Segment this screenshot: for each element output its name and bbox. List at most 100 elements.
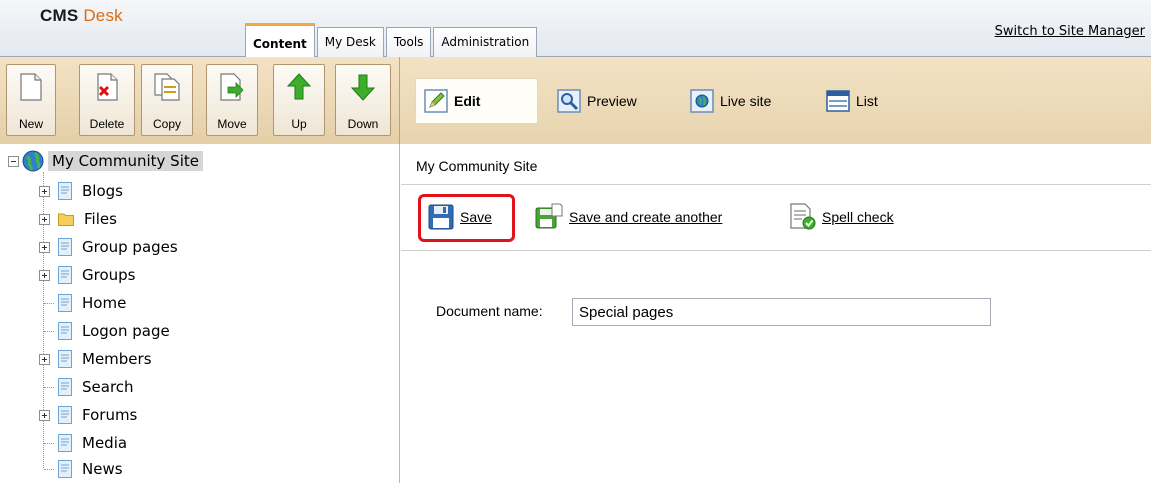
down-button-label: Down: [347, 117, 379, 131]
page-icon: [58, 294, 72, 312]
preview-magnifier-icon: [557, 89, 581, 113]
expand-icon[interactable]: [38, 353, 50, 365]
content-tree: My Community Site Blogs Files Group page…: [0, 144, 400, 483]
page-icon: [58, 378, 72, 396]
tab-tools[interactable]: Tools: [385, 27, 432, 57]
delete-button[interactable]: Delete: [79, 64, 135, 136]
tab-administration[interactable]: Administration: [433, 27, 538, 57]
new-button[interactable]: New: [6, 64, 56, 136]
new-button-label: New: [18, 117, 43, 131]
page-icon: [58, 460, 72, 478]
site-globe-icon: [22, 150, 44, 172]
document-name-label: Document name:: [436, 303, 543, 319]
tree-item-label: Forums: [82, 406, 138, 424]
spell-check-icon: [790, 203, 816, 230]
live-site-mode-button[interactable]: Live site: [690, 78, 771, 124]
cms-desk-logo: CMS Desk: [40, 6, 123, 26]
tab-my-desk[interactable]: My Desk: [316, 27, 384, 57]
down-button[interactable]: Down: [335, 64, 391, 136]
document-actions-toolbar: New Delete Copy Move Up Down: [0, 57, 400, 144]
edit-pencil-icon: [424, 89, 448, 113]
tree-item-members[interactable]: Members: [34, 345, 152, 373]
tree-item-label: News: [82, 460, 123, 478]
expand-icon[interactable]: [38, 409, 50, 421]
tree-item-news[interactable]: News: [34, 455, 123, 483]
page-icon: [58, 406, 72, 424]
move-button[interactable]: Move: [206, 64, 258, 136]
tree-item-home[interactable]: Home: [34, 289, 126, 317]
page-icon: [58, 350, 72, 368]
expand-icon[interactable]: [38, 269, 50, 281]
page-icon: [58, 182, 72, 200]
tab-content[interactable]: Content: [245, 23, 315, 58]
tree-item-label: Files: [84, 210, 117, 228]
delete-button-label: Delete: [89, 117, 125, 131]
tree-item-blogs[interactable]: Blogs: [34, 177, 123, 205]
tree-connector: [44, 386, 54, 388]
switch-to-site-manager-link[interactable]: Switch to Site Manager: [995, 24, 1145, 39]
list-icon: [826, 90, 850, 112]
delete-document-icon: [97, 73, 118, 101]
tree-item-forums[interactable]: Forums: [34, 401, 137, 429]
up-button-label: Up: [291, 117, 307, 131]
copy-button-label: Copy: [152, 117, 181, 131]
save-and-create-another-button[interactable]: Save and create another: [535, 195, 722, 239]
tree-root-label: My Community Site: [48, 151, 203, 171]
expand-icon[interactable]: [38, 185, 50, 197]
arrow-up-icon: [287, 73, 311, 100]
save-and-create-icon: [535, 203, 563, 229]
spell-check-button[interactable]: Spell check: [790, 195, 894, 239]
tree-connector: [44, 330, 54, 332]
save-and-create-another-label: Save and create another: [569, 209, 723, 225]
preview-mode-label: Preview: [587, 93, 637, 109]
tree-item-logon-page[interactable]: Logon page: [34, 317, 170, 345]
page-icon: [58, 434, 72, 452]
page-icon: [58, 238, 72, 256]
tree-item-groups[interactable]: Groups: [34, 261, 135, 289]
page-icon: [58, 266, 72, 284]
tree-item-group-pages[interactable]: Group pages: [34, 233, 178, 261]
expand-icon[interactable]: [38, 213, 50, 225]
live-site-mode-label: Live site: [720, 93, 772, 109]
edit-mode-button[interactable]: Edit: [415, 78, 538, 124]
tree-item-label: Logon page: [82, 322, 170, 340]
tree-item-label: Search: [82, 378, 134, 396]
tree-root-node[interactable]: My Community Site: [8, 148, 203, 174]
live-site-globe-icon: [690, 89, 714, 113]
new-document-icon: [20, 73, 42, 101]
save-highlight-box: [418, 194, 515, 242]
tree-item-label: Media: [82, 434, 128, 452]
expand-icon[interactable]: [38, 241, 50, 253]
breadcrumb: My Community Site: [416, 158, 538, 174]
main-tabs: Content My Desk Tools Administration: [245, 22, 539, 58]
tree-connector: [44, 468, 54, 470]
tree-connector: [44, 442, 54, 444]
top-header: CMS Desk Content My Desk Tools Administr…: [0, 0, 1151, 58]
move-document-icon: [220, 73, 244, 101]
tree-item-label: Blogs: [82, 182, 123, 200]
move-button-label: Move: [217, 117, 247, 131]
tree-item-media[interactable]: Media: [34, 429, 127, 457]
copy-button[interactable]: Copy: [141, 64, 193, 136]
up-button[interactable]: Up: [273, 64, 325, 136]
copy-document-icon: [154, 73, 180, 101]
document-name-input[interactable]: [572, 298, 991, 326]
tree-item-files[interactable]: Files: [34, 205, 117, 233]
tree-item-label: Members: [82, 350, 152, 368]
tree-item-label: Groups: [82, 266, 136, 284]
folder-icon: [58, 213, 74, 226]
tree-item-label: Group pages: [82, 238, 178, 256]
spell-check-label: Spell check: [822, 209, 894, 225]
logo-desk: Desk: [83, 6, 123, 25]
page-icon: [58, 322, 72, 340]
tree-item-label: Home: [82, 294, 127, 312]
arrow-down-icon: [351, 74, 375, 101]
preview-mode-button[interactable]: Preview: [557, 78, 637, 124]
logo-cms: CMS: [40, 6, 79, 25]
tree-item-search[interactable]: Search: [34, 373, 134, 401]
edit-mode-label: Edit: [454, 93, 481, 109]
list-mode-button[interactable]: List: [826, 78, 878, 124]
collapse-icon[interactable]: [8, 155, 19, 167]
tree-connector: [44, 302, 54, 304]
view-mode-toolbar: Edit Preview Live site List: [400, 57, 1151, 144]
